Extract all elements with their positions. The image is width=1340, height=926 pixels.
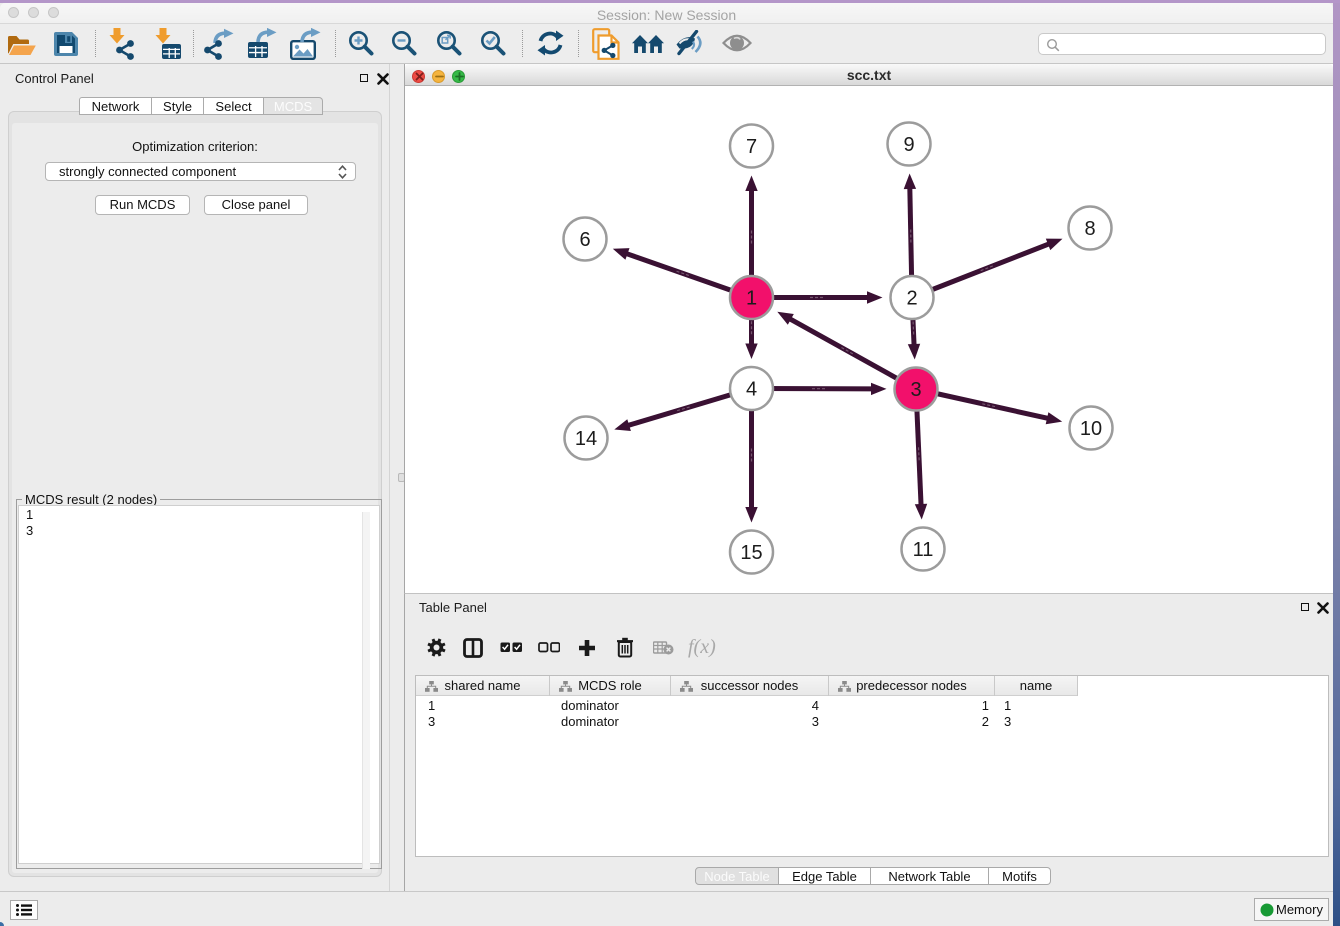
svg-text:8: 8 — [1084, 218, 1095, 240]
svg-text:7: 7 — [746, 136, 757, 158]
svg-text:2: 2 — [906, 288, 917, 310]
svg-text:11: 11 — [913, 539, 934, 561]
svg-text:1: 1 — [746, 288, 757, 310]
svg-text:9: 9 — [903, 134, 914, 156]
svg-text:6: 6 — [579, 229, 590, 251]
svg-text:10: 10 — [1080, 418, 1102, 440]
svg-text:15: 15 — [740, 542, 762, 564]
svg-text:14: 14 — [575, 428, 597, 450]
svg-text:3: 3 — [910, 379, 921, 401]
svg-text:4: 4 — [746, 379, 757, 401]
